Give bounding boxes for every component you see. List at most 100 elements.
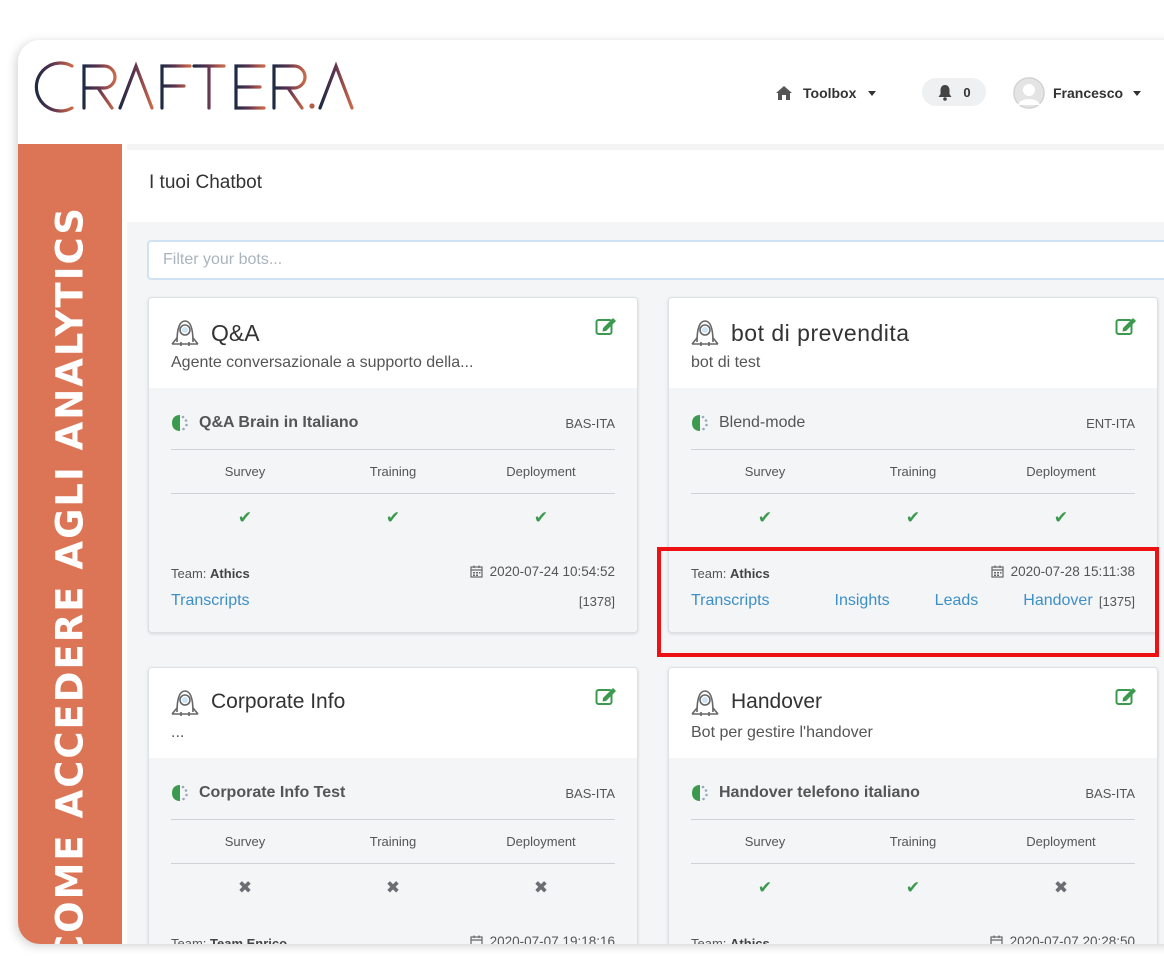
stage-label-deployment: Deployment: [1026, 834, 1096, 849]
stage-label-training: Training: [369, 464, 417, 479]
bot-card-corporate-info: Corporate Info ... Corporate Info Test B…: [148, 667, 638, 944]
bot-name: Q&A: [211, 320, 260, 346]
bot-name: Handover: [731, 690, 823, 713]
stage-labels: Survey Training Deployment: [691, 464, 1135, 479]
stage-label-deployment: Deployment: [506, 464, 576, 479]
brain-row: Corporate Info Test BAS-ITA: [171, 780, 615, 806]
crafter-ai-logo: [34, 61, 364, 113]
divider: [691, 819, 1135, 820]
divider: [171, 493, 615, 494]
calendar-icon: [990, 935, 1003, 944]
robot-icon: [171, 690, 199, 716]
bot-name: Corporate Info: [211, 690, 346, 713]
stage-label-training: Training: [889, 834, 937, 849]
training-check-icon: ✔: [385, 508, 401, 527]
conversation-count: [1378]: [578, 593, 615, 609]
bot-description: bot di test: [691, 354, 761, 371]
team-info: Team: Athics: [171, 566, 250, 581]
team-name: Athics: [210, 566, 250, 581]
divider: [171, 863, 615, 864]
avatar: [1013, 77, 1045, 109]
team-info: Team: Team Enrico: [171, 936, 287, 944]
deployment-check-icon: ✔: [533, 508, 549, 527]
robot-icon: [691, 320, 719, 346]
survey-check-icon: ✔: [757, 878, 773, 897]
last-update: 2020-07-24 10:54:52: [470, 564, 615, 579]
update-date: 2020-07-24 10:54:52: [489, 564, 615, 579]
team-name: Athics: [730, 936, 770, 944]
home-icon: [776, 86, 792, 100]
divider: [691, 863, 1135, 864]
brain-icon: [692, 415, 708, 431]
brain-name: Q&A Brain in Italiano: [199, 414, 359, 431]
edit-icon[interactable]: [1115, 686, 1137, 706]
notifications-button[interactable]: 0: [922, 78, 986, 106]
analytics-links-highlight: [657, 547, 1159, 657]
deployment-cross-icon: ✖: [1053, 878, 1069, 897]
transcripts-link[interactable]: Transcripts: [171, 592, 250, 610]
brain-icon: [172, 415, 188, 431]
training-cross-icon: ✖: [385, 878, 401, 897]
filter-bots-input[interactable]: [147, 240, 1164, 280]
bot-description: Agente conversazionale a supporto della.…: [171, 354, 474, 371]
deployment-check-icon: ✔: [1053, 508, 1069, 527]
stage-label-training: Training: [889, 464, 937, 479]
brain-code: BAS-ITA: [565, 415, 615, 431]
notifications-count: 0: [963, 84, 971, 100]
stage-status: ✖ ✖ ✖: [171, 878, 615, 898]
divider: [171, 819, 615, 820]
divider: [691, 449, 1135, 450]
toolbox-label: Toolbox: [803, 85, 857, 101]
sidebar-banner: COME ACCEDERE AGLI ANALYTICS: [18, 144, 122, 944]
chevron-down-icon: [1133, 90, 1142, 96]
brain-name: Corporate Info Test: [199, 784, 346, 801]
update-date: 2020-07-07 20:28:50: [1009, 934, 1135, 944]
stage-labels: Survey Training Deployment: [171, 464, 615, 479]
page-title: I tuoi Chatbot: [149, 172, 263, 193]
update-date: 2020-07-07 19:18:16: [489, 934, 615, 944]
stage-label-survey: Survey: [744, 464, 786, 479]
bot-card-qa: Q&A Agente conversazionale a supporto de…: [148, 297, 638, 633]
bot-card-handover: Handover Bot per gestire l'handover Hand…: [668, 667, 1158, 944]
brain-name: Handover telefono italiano: [719, 784, 920, 801]
user-name: Francesco: [1053, 85, 1124, 101]
brain-code: BAS-ITA: [1085, 785, 1135, 801]
edit-icon[interactable]: [595, 316, 617, 336]
sidebar-caption: COME ACCEDERE AGLI ANALYTICS: [48, 205, 92, 944]
brain-code: ENT-ITA: [1086, 415, 1135, 431]
brain-icon: [692, 785, 708, 801]
brain-name: Blend-mode: [719, 414, 806, 431]
robot-icon: [691, 690, 719, 716]
survey-check-icon: ✔: [237, 508, 253, 527]
top-navbar: Toolbox 0 Francesco: [18, 40, 1164, 144]
stage-label-deployment: Deployment: [1026, 464, 1096, 479]
edit-icon[interactable]: [1115, 316, 1137, 336]
app-frame: Toolbox 0 Francesco COME ACCEDERE AGLI A…: [18, 40, 1164, 944]
training-check-icon: ✔: [905, 878, 921, 897]
deployment-cross-icon: ✖: [533, 878, 549, 897]
team-info: Team: Athics: [691, 936, 770, 944]
page-header: I tuoi Chatbot: [127, 150, 1164, 222]
brain-icon: [172, 785, 188, 801]
training-check-icon: ✔: [905, 508, 921, 527]
user-menu[interactable]: Francesco: [1013, 77, 1142, 109]
edit-icon[interactable]: [595, 686, 617, 706]
stage-label-survey: Survey: [744, 834, 786, 849]
stage-status: ✔ ✔ ✔: [691, 508, 1135, 528]
divider: [691, 493, 1135, 494]
divider: [171, 449, 615, 450]
last-update: 2020-07-07 20:28:50: [990, 934, 1135, 944]
calendar-icon: [470, 935, 483, 944]
last-update: 2020-07-07 19:18:16: [470, 934, 615, 944]
stage-status: ✔ ✔ ✔: [171, 508, 615, 528]
calendar-icon: [470, 565, 483, 578]
toolbox-menu[interactable]: Toolbox: [775, 80, 877, 106]
stage-label-survey: Survey: [224, 834, 266, 849]
brain-row: Handover telefono italiano BAS-ITA: [691, 780, 1135, 806]
chevron-down-icon: [868, 90, 877, 96]
bot-links: Transcripts [1378]: [171, 592, 615, 610]
team-name: Team Enrico: [210, 936, 288, 944]
stage-labels: Survey Training Deployment: [171, 834, 615, 849]
survey-cross-icon: ✖: [237, 878, 253, 897]
brain-code: BAS-ITA: [565, 785, 615, 801]
